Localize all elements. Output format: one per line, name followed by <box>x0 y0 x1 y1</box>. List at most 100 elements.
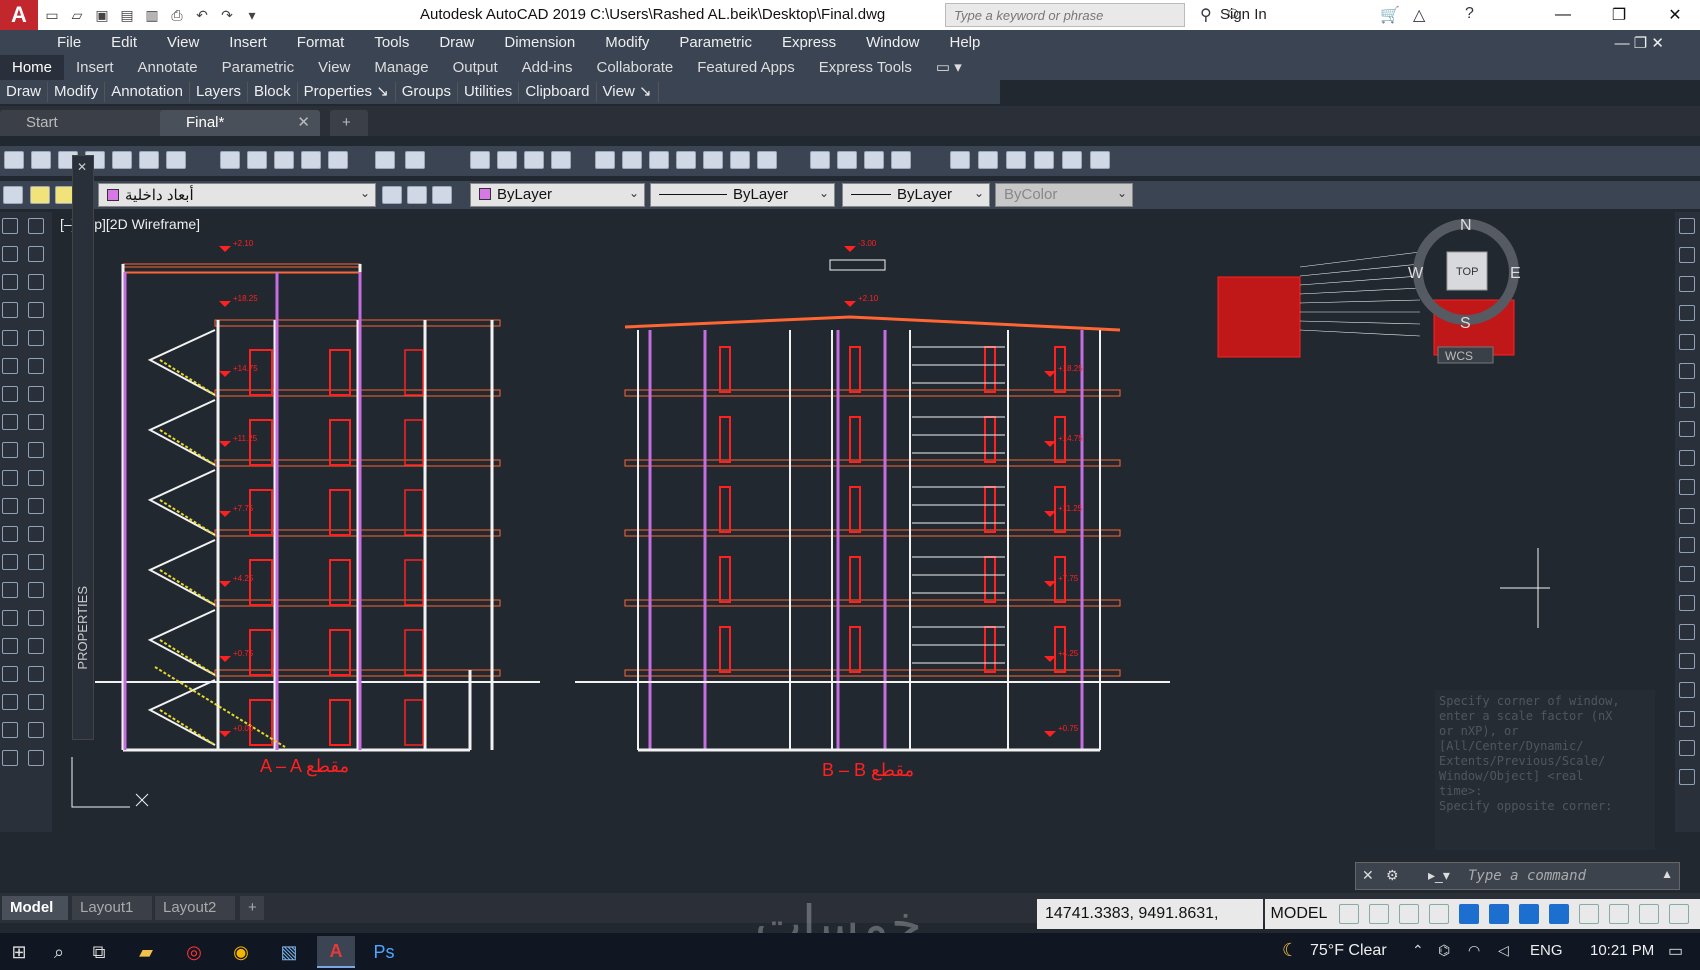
search-icon[interactable]: ⌕ <box>40 936 78 968</box>
menu-modify[interactable]: Modify <box>605 34 649 51</box>
draw-tool-icon[interactable] <box>2 638 18 654</box>
draw-tool-icon[interactable] <box>2 386 18 402</box>
pan-zoom-icon[interactable] <box>551 151 571 169</box>
draw-tool-icon[interactable] <box>28 330 44 346</box>
autocad-logo-icon[interactable]: A <box>0 0 38 30</box>
language-indicator[interactable]: ENG <box>1530 942 1563 959</box>
status-toggle-icon[interactable] <box>1399 904 1419 924</box>
draw-tool-icon[interactable] <box>2 554 18 570</box>
undo-icon[interactable]: ↶ <box>191 4 213 26</box>
panel-draw[interactable]: Draw <box>0 82 49 102</box>
tab-insert[interactable]: Insert <box>64 55 126 80</box>
toolbar-button-icon[interactable] <box>112 151 132 169</box>
new-file-icon[interactable]: ▭ <box>41 4 63 26</box>
menu-edit[interactable]: Edit <box>111 34 137 51</box>
make-current-icon[interactable] <box>382 186 402 204</box>
dimension-tool-icon[interactable] <box>950 151 970 169</box>
panel-clipboard[interactable]: Clipboard <box>519 82 597 102</box>
command-line[interactable]: ✕ ⚙ ▸_▾ ▲ <box>1355 862 1680 890</box>
plot-tool-icon[interactable] <box>810 151 830 169</box>
toolbar-button-icon[interactable] <box>166 151 186 169</box>
draw-tool-icon[interactable] <box>28 638 44 654</box>
menu-draw[interactable]: Draw <box>439 34 474 51</box>
search-input[interactable]: Type a keyword or phrase <box>945 3 1185 27</box>
tab-model[interactable]: Model <box>2 896 68 920</box>
undo-redo-icon[interactable] <box>375 151 395 169</box>
draw-tool-icon[interactable] <box>28 414 44 430</box>
menu-tools[interactable]: Tools <box>374 34 409 51</box>
tab-featured-apps[interactable]: Featured Apps <box>685 55 807 80</box>
edit-tool-icon[interactable] <box>220 151 240 169</box>
dimension-side-icon[interactable] <box>1679 479 1695 495</box>
dimension-side-icon[interactable] <box>1679 653 1695 669</box>
dimension-side-icon[interactable] <box>1679 682 1695 698</box>
menu-format[interactable]: Format <box>297 34 345 51</box>
dimension-side-icon[interactable] <box>1679 508 1695 524</box>
chrome-icon[interactable]: ◉ <box>222 936 260 968</box>
properties-tool-icon[interactable] <box>703 151 723 169</box>
network-icon[interactable]: ⌬ <box>1438 942 1450 959</box>
plotstyle-select[interactable]: ByColor ⌄ <box>995 183 1133 207</box>
dimension-side-icon[interactable] <box>1679 218 1695 234</box>
plot-icon[interactable]: ⎙ <box>166 4 188 26</box>
draw-tool-icon[interactable] <box>28 610 44 626</box>
wifi-icon[interactable]: ◠ <box>1468 942 1480 959</box>
model-space-button[interactable]: MODEL <box>1265 899 1333 929</box>
toolbar-button-icon[interactable] <box>31 151 51 169</box>
clock[interactable]: 10:21 PM <box>1590 942 1654 959</box>
tab-express-tools[interactable]: Express Tools <box>807 55 924 80</box>
tab-output[interactable]: Output <box>441 55 510 80</box>
dimension-side-icon[interactable] <box>1679 305 1695 321</box>
draw-tool-icon[interactable] <box>2 666 18 682</box>
coordinate-readout[interactable]: 14741.3383, 9491.8631, 0.0000 <box>1037 899 1263 952</box>
draw-tool-icon[interactable] <box>28 582 44 598</box>
draw-tool-icon[interactable] <box>28 246 44 262</box>
minimize-icon[interactable]: — <box>1540 0 1586 30</box>
tab-final-drawing[interactable]: Final* ✕ <box>160 110 320 136</box>
panel-view[interactable]: View ↘ <box>597 82 659 102</box>
properties-palette[interactable]: ✕ PROPERTIES <box>72 155 94 740</box>
draw-tool-icon[interactable] <box>28 498 44 514</box>
status-toggle-icon[interactable] <box>1669 904 1689 924</box>
panel-layers[interactable]: Layers <box>190 82 248 102</box>
new-tab-icon[interactable]: + <box>330 110 368 136</box>
edit-tool-icon[interactable] <box>328 151 348 169</box>
dimension-side-icon[interactable] <box>1679 537 1695 553</box>
properties-tool-icon[interactable] <box>649 151 669 169</box>
add-layout-icon[interactable]: + <box>240 896 264 920</box>
close-command-icon[interactable]: ✕ <box>1362 867 1374 884</box>
binoculars-icon[interactable]: ⚲ <box>1200 5 1212 25</box>
ribbon-toggle-icon[interactable]: ▭ ▾ <box>924 55 974 80</box>
save-icon[interactable]: ▣ <box>91 4 113 26</box>
pan-zoom-icon[interactable] <box>470 151 490 169</box>
draw-tool-icon[interactable] <box>2 442 18 458</box>
draw-tool-icon[interactable] <box>2 498 18 514</box>
task-view-icon[interactable]: ⧉ <box>80 936 118 968</box>
draw-tool-icon[interactable] <box>28 218 44 234</box>
properties-tool-icon[interactable] <box>676 151 696 169</box>
photoshop-icon[interactable]: Ps <box>365 936 403 968</box>
status-toggle-icon[interactable] <box>1489 904 1509 924</box>
panel-utilities[interactable]: Utilities <box>458 82 520 102</box>
photos-icon[interactable]: ▧ <box>270 936 308 968</box>
toolbar-button-icon[interactable] <box>139 151 159 169</box>
draw-tool-icon[interactable] <box>28 358 44 374</box>
edit-tool-icon[interactable] <box>301 151 321 169</box>
panel-annotation[interactable]: Annotation <box>105 82 190 102</box>
dimension-side-icon[interactable] <box>1679 711 1695 727</box>
drawing-canvas[interactable]: [–][Top][2D Wireframe] +2.10 +18.25 +14.75… <box>0 212 1685 832</box>
cart-icon[interactable]: 🛒 <box>1380 5 1400 25</box>
close-tab-icon[interactable]: ✕ <box>297 110 310 136</box>
dimension-tool-icon[interactable] <box>978 151 998 169</box>
menu-dimension[interactable]: Dimension <box>504 34 575 51</box>
status-toggle-icon[interactable] <box>1429 904 1449 924</box>
panel-properties[interactable]: Properties ↘ <box>298 82 396 102</box>
draw-tool-icon[interactable] <box>2 302 18 318</box>
layer-select[interactable]: أبعاد داخلية ⌄ <box>98 183 376 207</box>
draw-tool-icon[interactable] <box>28 386 44 402</box>
linetype-select[interactable]: ByLayer ⌄ <box>650 183 835 207</box>
command-input[interactable] <box>1468 865 1668 887</box>
tab-start[interactable]: Start <box>0 110 170 136</box>
command-prompt-icon[interactable]: ▸_▾ <box>1428 867 1450 884</box>
draw-tool-icon[interactable] <box>28 666 44 682</box>
